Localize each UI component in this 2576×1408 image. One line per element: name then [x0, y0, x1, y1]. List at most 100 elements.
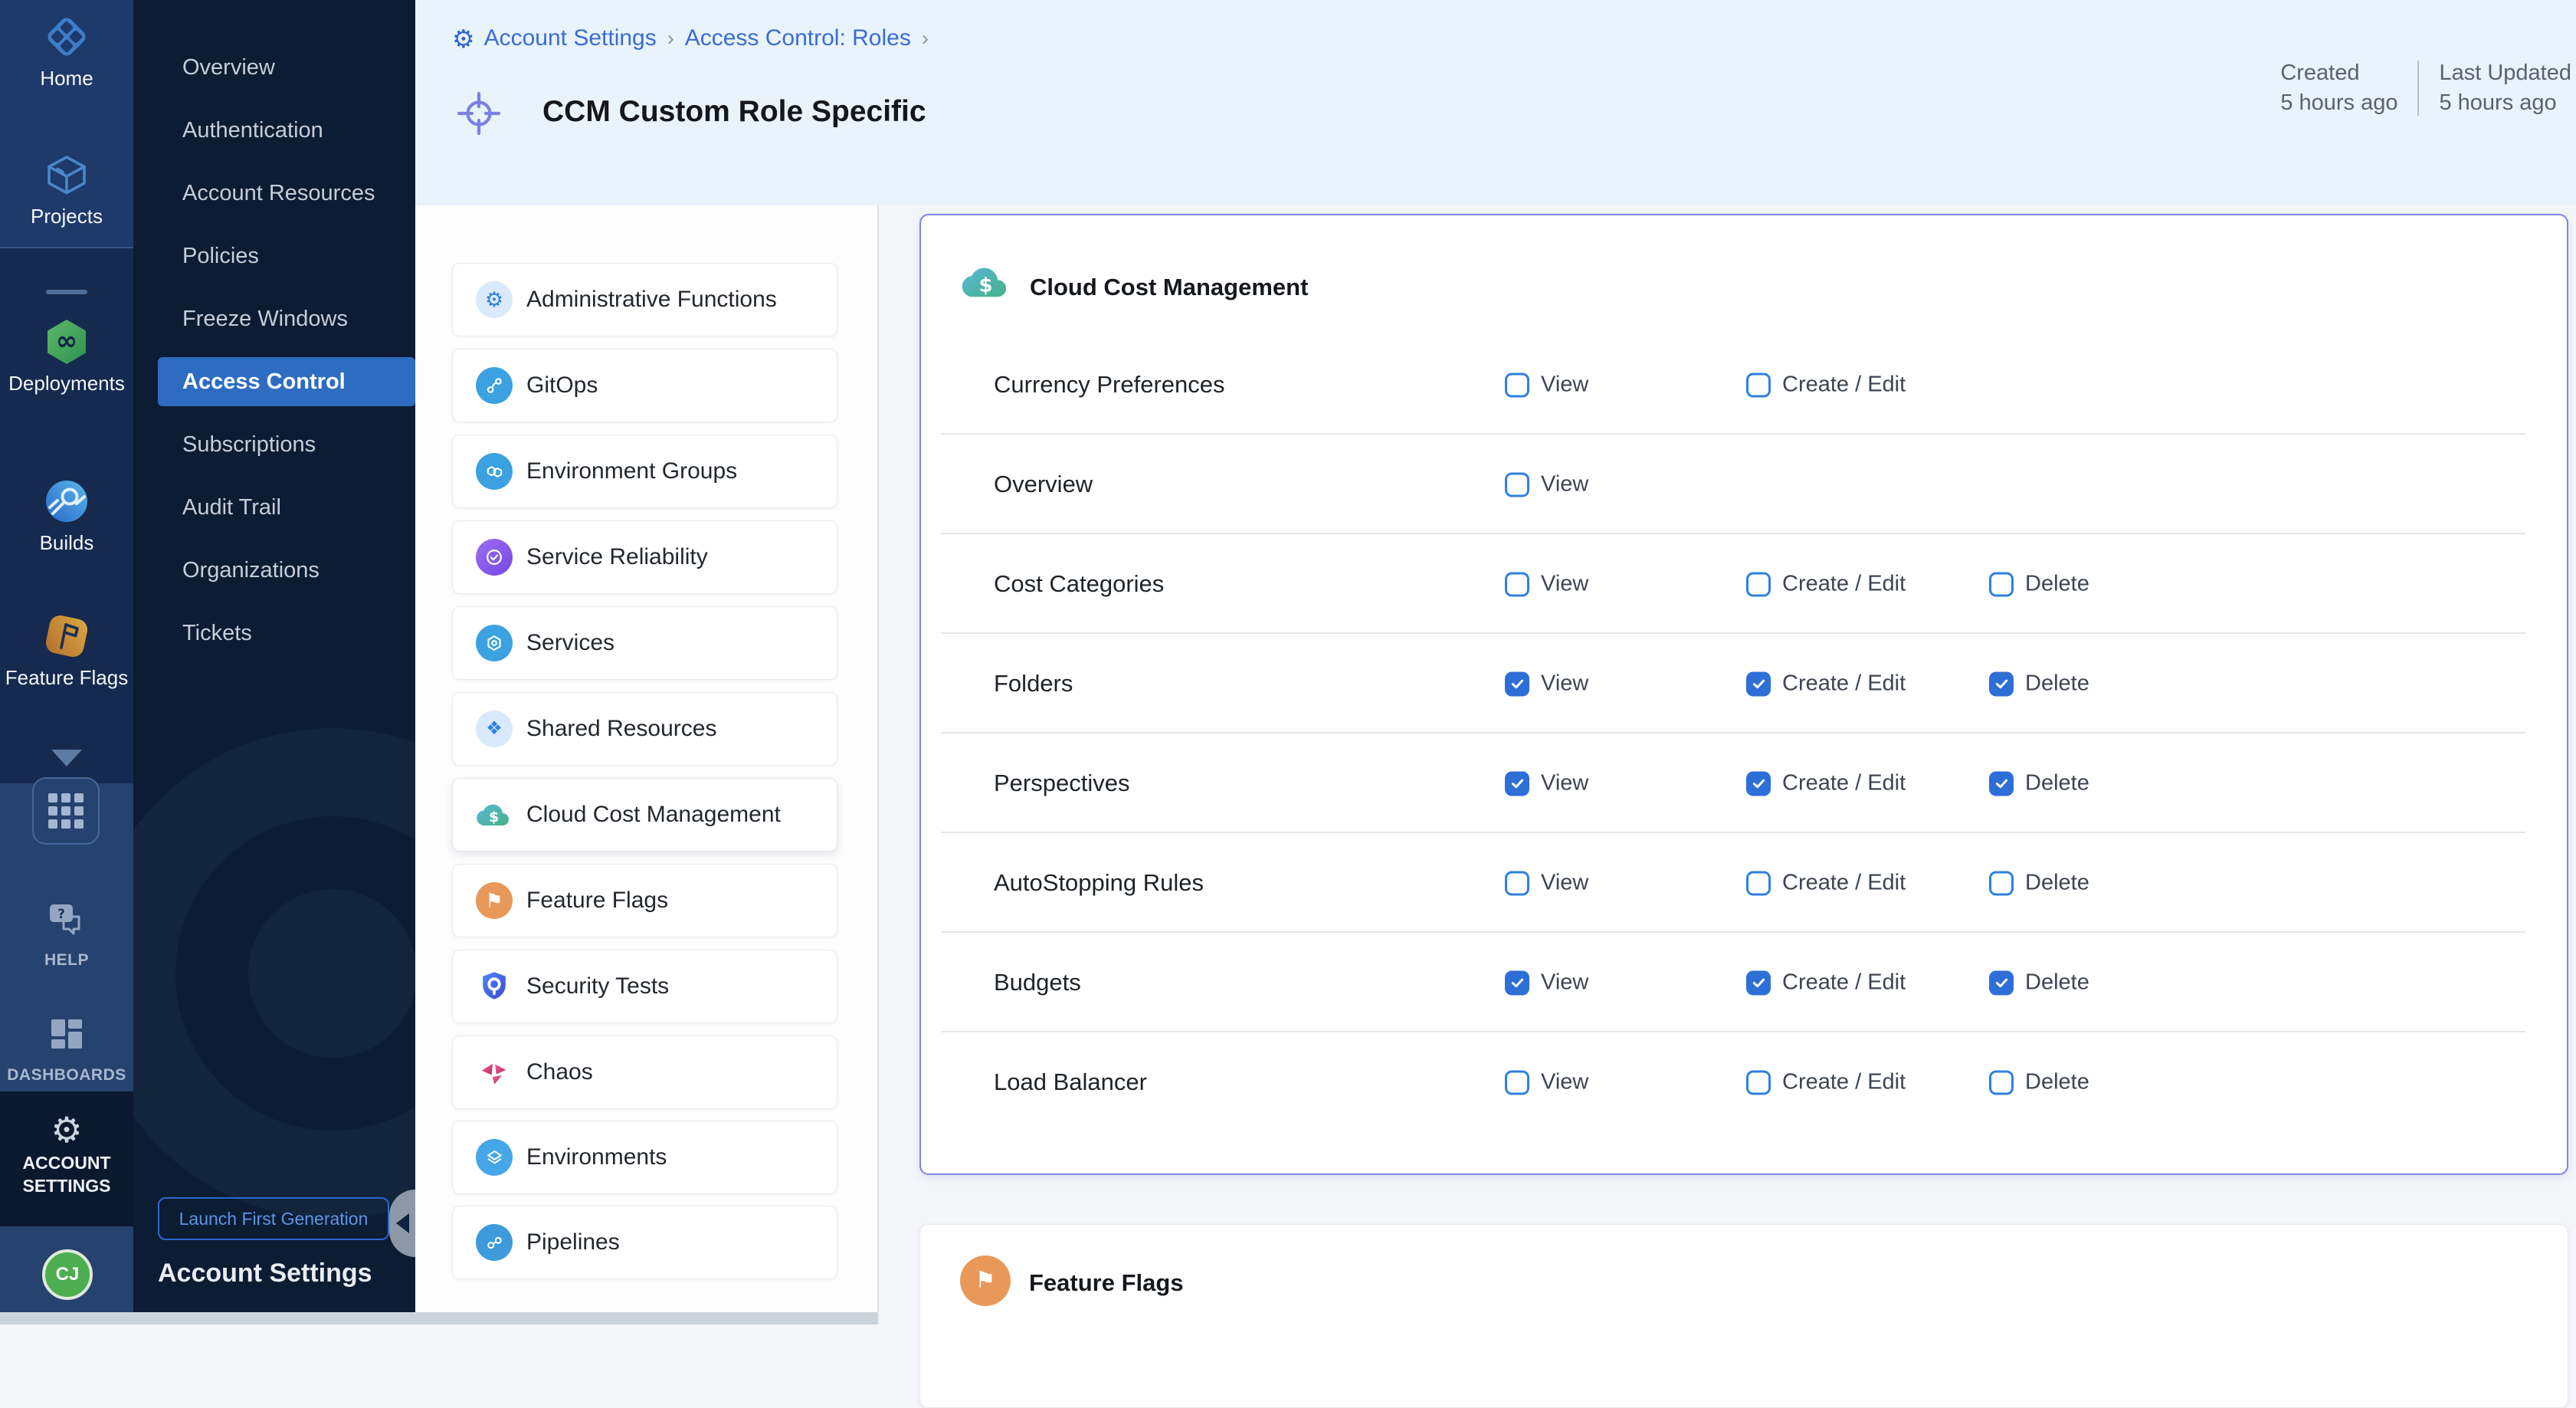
window-bottom-edge — [0, 1312, 877, 1324]
permission-checkbox-create-edit[interactable]: Create / Edit — [1746, 1070, 1906, 1095]
sidebar-footer-title: Account Settings — [158, 1259, 372, 1288]
services-icon — [476, 625, 513, 661]
sidebar-item-tickets[interactable]: Tickets — [158, 609, 415, 658]
deployments-icon: ∞ — [42, 317, 91, 366]
category-security-tests[interactable]: Security Tests — [452, 950, 837, 1023]
permission-label: Delete — [2025, 970, 2089, 996]
checkbox-icon — [1505, 871, 1529, 895]
permission-row-load-balancer: Load Balancer View Create / Edit Delete — [921, 1032, 2567, 1132]
category-environment-groups[interactable]: Environment Groups — [452, 435, 837, 508]
category-environments[interactable]: Environments — [452, 1121, 837, 1194]
sidebar-item-projects[interactable]: Projects — [0, 150, 133, 227]
sidebar-item-account-settings[interactable]: ⚙ ACCOUNT SETTINGS — [0, 1091, 133, 1226]
permission-checkbox-delete[interactable]: Delete — [1989, 671, 2089, 697]
created-meta: Created 5 hours ago — [2280, 58, 2397, 118]
category-label: Environment Groups — [526, 458, 737, 484]
sidebar-item-deployments[interactable]: ∞ Deployments — [0, 317, 133, 394]
sidebar-item-home[interactable]: Home — [0, 12, 133, 89]
permission-label: Create / Edit — [1782, 970, 1906, 996]
permission-checkbox-create-edit[interactable]: Create / Edit — [1746, 373, 1906, 398]
breadcrumb-separator: › — [920, 27, 930, 51]
sidebar-item-subscriptions[interactable]: Subscriptions — [158, 420, 415, 469]
sidebar-item-account-resources[interactable]: Account Resources — [158, 169, 415, 218]
category-gitops[interactable]: GitOps — [452, 349, 837, 422]
permission-checkbox-delete[interactable]: Delete — [1989, 871, 2089, 896]
chevron-down-icon[interactable] — [51, 750, 82, 766]
section-title: Feature Flags — [1029, 1269, 1184, 1297]
checkbox-icon — [1746, 373, 1771, 397]
sidebar-item-organizations[interactable]: Organizations — [158, 546, 415, 595]
resource-label: AutoStopping Rules — [994, 869, 1204, 897]
sidebar-item-overview[interactable]: Overview — [158, 43, 415, 92]
updated-meta: Last Updated 5 hours ago — [2439, 58, 2571, 118]
category-feature-flags[interactable]: ⚑ Feature Flags — [452, 864, 837, 937]
permission-checkbox-view[interactable]: View — [1505, 671, 1588, 697]
module-selector-button[interactable] — [32, 777, 100, 845]
permission-checkbox-view[interactable]: View — [1505, 771, 1588, 796]
rail-drag-handle — [46, 290, 87, 294]
page-title: CCM Custom Role Specific — [542, 95, 926, 129]
breadcrumb: ⚙ Account Settings › Access Control: Rol… — [452, 21, 930, 55]
permission-label: Delete — [2025, 572, 2089, 597]
permission-checkbox-create-edit[interactable]: Create / Edit — [1746, 671, 1906, 697]
permission-checkbox-create-edit[interactable]: Create / Edit — [1746, 970, 1906, 996]
resource-label: Load Balancer — [994, 1068, 1147, 1096]
category-service-reliability[interactable]: Service Reliability — [452, 520, 837, 594]
permission-label: View — [1541, 871, 1588, 896]
breadcrumb-separator: › — [666, 27, 676, 51]
pipelines-icon — [476, 1224, 513, 1261]
sidebar-item-access-control[interactable]: Access Control — [158, 357, 415, 406]
permission-checkbox-delete[interactable]: Delete — [1989, 970, 2089, 996]
category-cloud-cost-management[interactable]: $ Cloud Cost Management — [452, 778, 837, 852]
permission-checkbox-view[interactable]: View — [1505, 871, 1588, 896]
category-label: Services — [526, 630, 615, 656]
launch-first-generation-button[interactable]: Launch First Generation — [158, 1197, 389, 1240]
security-shield-icon — [476, 968, 513, 1005]
sidebar-item-authentication[interactable]: Authentication — [158, 106, 415, 155]
permission-label: Create / Edit — [1782, 1070, 1906, 1095]
category-services[interactable]: Services — [452, 606, 837, 680]
permission-row-currency-preferences: Currency Preferences View Create / Edit — [921, 335, 2567, 435]
permission-checkbox-delete[interactable]: Delete — [1989, 572, 2089, 597]
permission-checkbox-delete[interactable]: Delete — [1989, 771, 2089, 796]
permission-checkbox-view[interactable]: View — [1505, 1070, 1588, 1095]
permission-label: Delete — [2025, 771, 2089, 796]
permission-checkbox-create-edit[interactable]: Create / Edit — [1746, 871, 1906, 896]
sidebar-item-policies[interactable]: Policies — [158, 231, 415, 281]
permission-checkbox-view[interactable]: View — [1505, 970, 1588, 996]
permission-checkbox-view[interactable]: View — [1505, 572, 1588, 597]
feature-flags-icon — [42, 612, 91, 661]
category-pipelines[interactable]: Pipelines — [452, 1206, 837, 1279]
sidebar-item-dashboards[interactable]: DASHBOARDS — [0, 1010, 133, 1085]
sidebar-item-feature-flags[interactable]: Feature Flags — [0, 612, 133, 688]
sidebar-item-audit-trail[interactable]: Audit Trail — [158, 483, 415, 532]
account-settings-label-line2: SETTINGS — [22, 1176, 110, 1196]
resource-label: Perspectives — [994, 770, 1129, 797]
role-crosshair-icon — [454, 87, 504, 142]
resource-label: Cost Categories — [994, 570, 1164, 598]
checkbox-icon — [1746, 871, 1771, 895]
avatar[interactable]: CJ — [42, 1249, 93, 1300]
sidebar-item-freeze-windows[interactable]: Freeze Windows — [158, 294, 415, 343]
permission-row-autostopping-rules: AutoStopping Rules View Create / Edit De… — [921, 833, 2567, 933]
permission-checkbox-view[interactable]: View — [1505, 472, 1588, 497]
environment-groups-icon — [476, 453, 513, 490]
permission-checkbox-delete[interactable]: Delete — [1989, 1070, 2089, 1095]
breadcrumb-link-roles[interactable]: Access Control: Roles — [685, 25, 911, 51]
category-administrative-functions[interactable]: ⚙ Administrative Functions — [452, 263, 837, 336]
sidebar-item-builds[interactable]: Builds — [0, 477, 133, 553]
permission-label: Create / Edit — [1782, 373, 1906, 398]
permission-row-overview: Overview View — [921, 435, 2567, 534]
breadcrumb-link-account-settings[interactable]: Account Settings — [484, 25, 657, 51]
permission-checkbox-create-edit[interactable]: Create / Edit — [1746, 771, 1906, 796]
category-chaos[interactable]: Chaos — [452, 1035, 837, 1109]
resource-label: Folders — [994, 670, 1073, 697]
account-settings-sidebar: Overview Authentication Account Resources P… — [133, 0, 415, 1324]
permission-checkbox-view[interactable]: View — [1505, 373, 1588, 398]
permission-label: View — [1541, 970, 1588, 996]
checkbox-icon — [1505, 572, 1529, 596]
category-shared-resources[interactable]: ❖ Shared Resources — [452, 692, 837, 766]
sidebar-item-help[interactable]: ? HELP — [0, 895, 133, 970]
permission-checkbox-create-edit[interactable]: Create / Edit — [1746, 572, 1906, 597]
checkbox-icon — [1989, 572, 2014, 596]
